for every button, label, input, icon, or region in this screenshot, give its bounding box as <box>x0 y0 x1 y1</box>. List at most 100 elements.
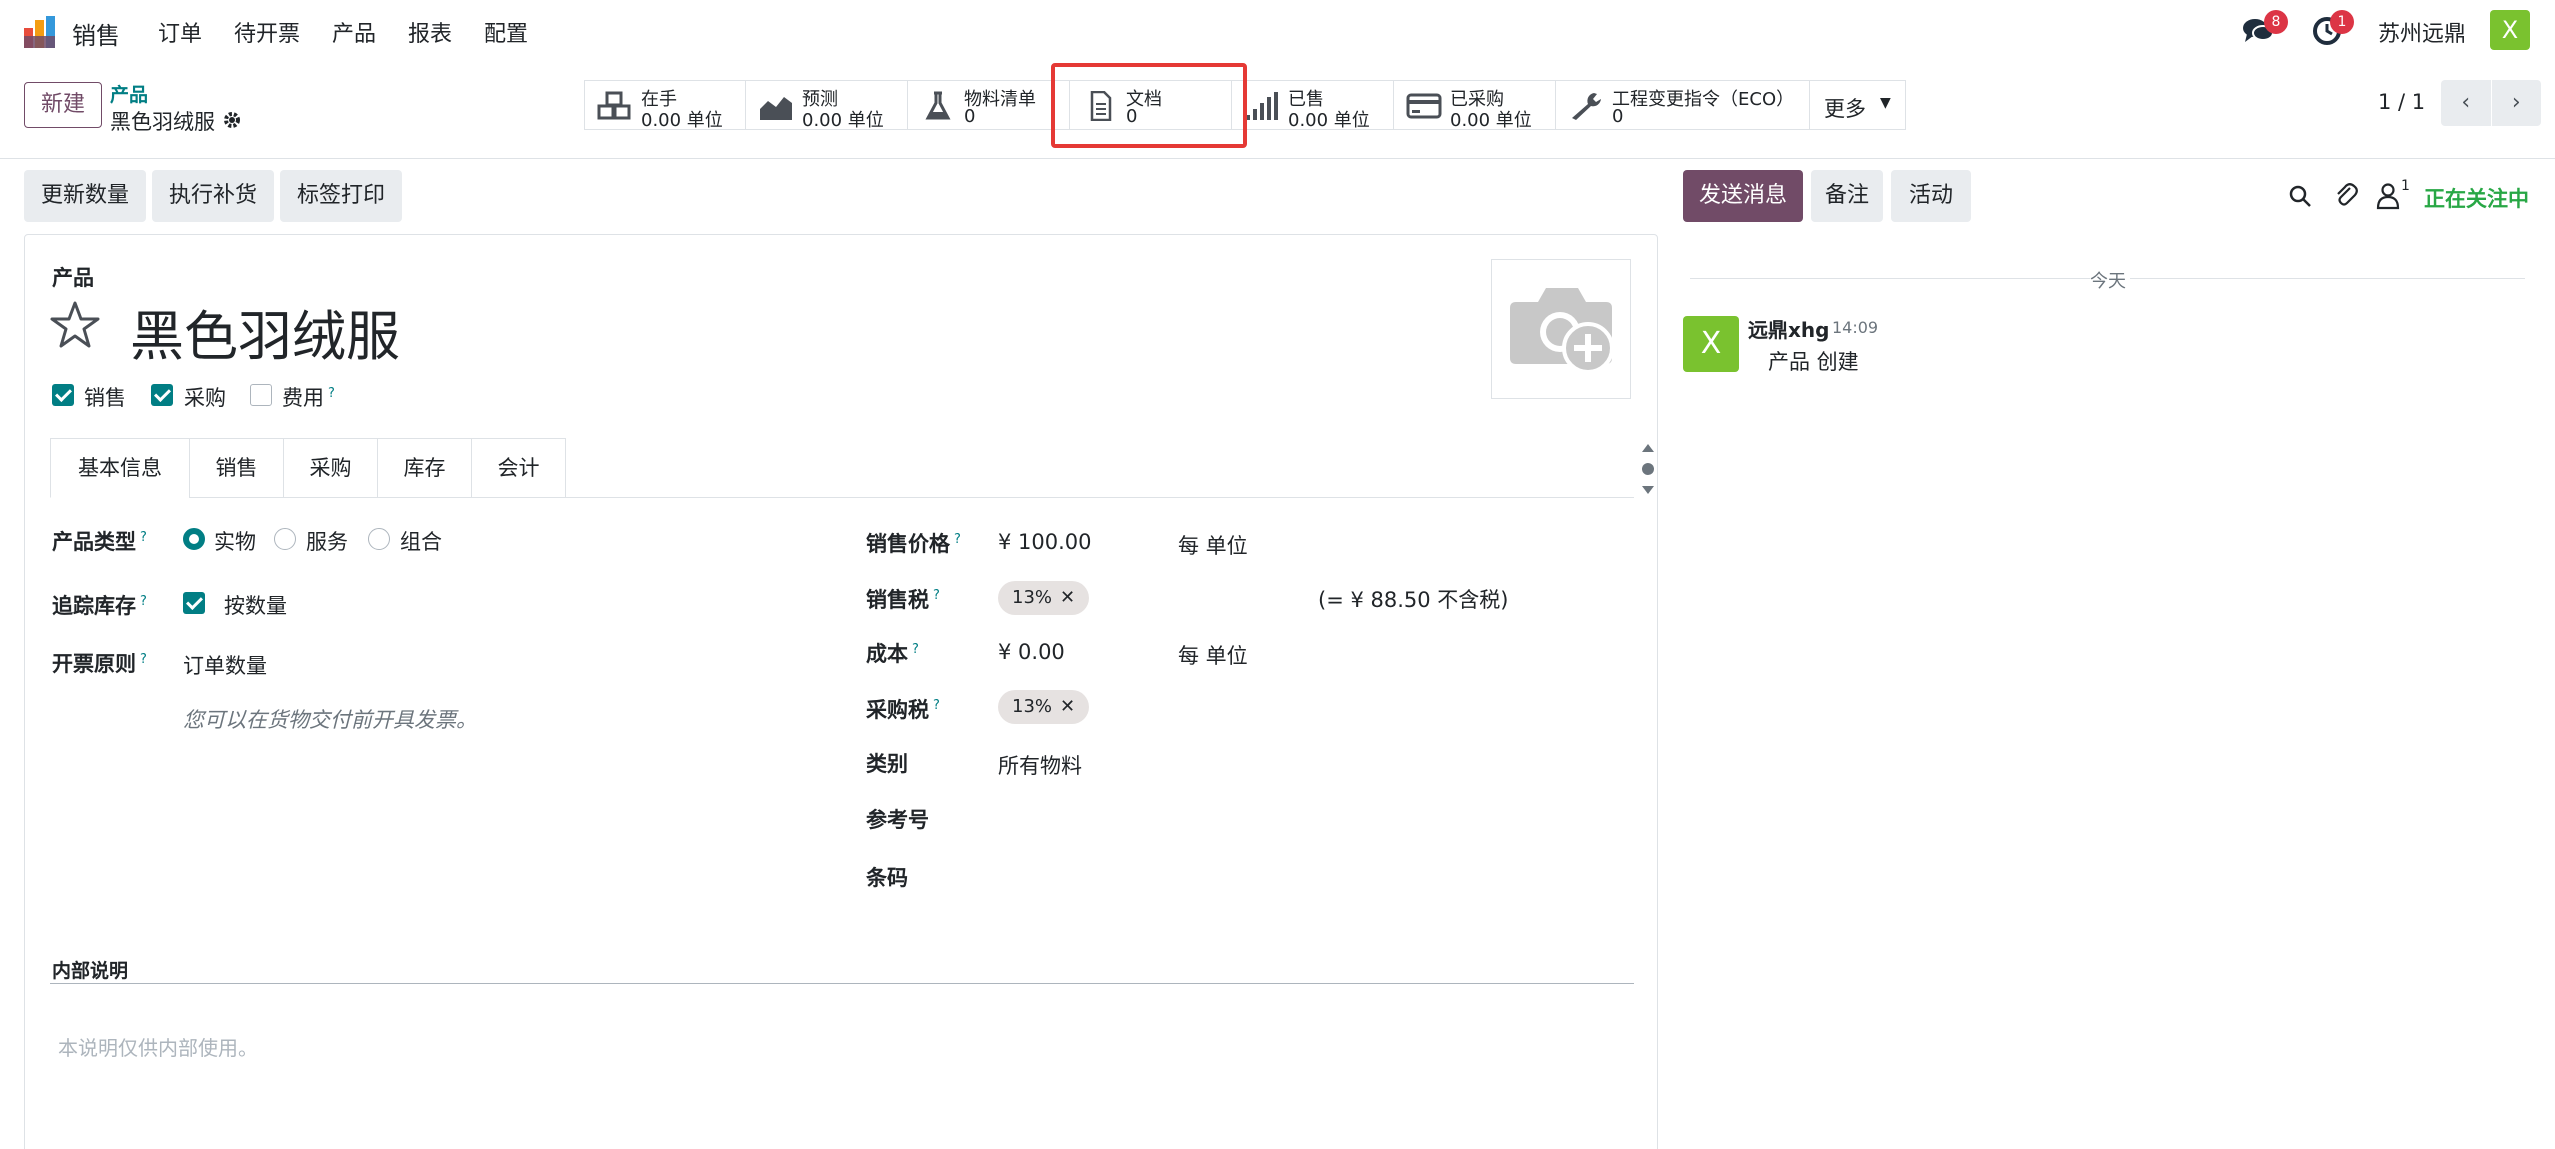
internal-reference-label: 参考号 <box>866 808 929 832</box>
update-quantity-button[interactable]: 更新数量 <box>24 170 146 222</box>
pager-next-icon[interactable]: › <box>2491 80 2541 126</box>
stat-value: 0 <box>1612 106 1624 127</box>
category-field[interactable]: 所有物料 <box>998 750 1082 780</box>
replenish-button[interactable]: 执行补货 <box>152 170 274 222</box>
follower-count: 1 <box>2401 178 2410 194</box>
product-image[interactable] <box>1491 259 1631 399</box>
expense-checkbox[interactable] <box>250 384 272 406</box>
date-divider-line <box>1690 278 2090 279</box>
product-name-field[interactable]: 黑色羽绒服 <box>130 292 400 371</box>
invoice-policy-select[interactable]: 订单数量 <box>183 650 267 680</box>
stat-value: 0.00 单位 <box>1450 110 1532 131</box>
follower-icon[interactable] <box>2376 182 2400 210</box>
sale-price-label: 销售价格? <box>866 532 961 556</box>
send-message-button[interactable]: 发送消息 <box>1683 170 1803 222</box>
sale-price-field[interactable]: ¥ 100.00 <box>998 530 1092 554</box>
purchase-tax-tag[interactable]: 13% ✕ <box>998 690 1090 724</box>
track-by-quantity-select[interactable]: 按数量 <box>224 590 287 620</box>
date-divider: 今天 <box>2090 271 2126 292</box>
product-type-service-label: 服务 <box>306 530 348 554</box>
cubes-icon <box>597 91 631 120</box>
internal-note-divider <box>50 983 1634 984</box>
app-logo-icon[interactable] <box>22 14 58 50</box>
search-icon[interactable] <box>2288 184 2312 208</box>
product-section-label: 产品 <box>52 266 94 290</box>
cost-field[interactable]: ¥ 0.00 <box>998 640 1065 664</box>
product-type-label: 产品类型? <box>52 530 147 554</box>
tab-purchase[interactable]: 采购 <box>283 438 378 498</box>
date-divider-line <box>2130 278 2525 279</box>
more-button[interactable]: 更多 ▼ <box>1810 80 1906 130</box>
flask-icon <box>925 91 951 120</box>
new-button[interactable]: 新建 <box>24 82 102 128</box>
user-avatar[interactable]: X <box>2490 10 2530 50</box>
messages-badge: 8 <box>2264 10 2288 34</box>
menu-products[interactable]: 产品 <box>332 16 376 48</box>
stat-value: 0.00 单位 <box>802 110 884 131</box>
company-switcher[interactable]: 苏州远鼎 <box>2378 16 2466 48</box>
product-type-goods-label: 实物 <box>214 530 256 554</box>
menu-orders[interactable]: 订单 <box>158 16 202 48</box>
message-author[interactable]: 远鼎xhg <box>1748 314 1829 343</box>
gear-icon[interactable] <box>222 110 242 130</box>
cost-unit: 每 单位 <box>1178 644 1248 668</box>
credit-card-icon <box>1406 93 1442 119</box>
form-sheet <box>24 234 1658 1149</box>
menu-configuration[interactable]: 配置 <box>484 16 528 48</box>
internal-note-editor[interactable]: 本说明仅供内部使用。 <box>58 1032 258 1061</box>
breadcrumb-parent[interactable]: 产品 <box>110 80 148 107</box>
internal-reference-field[interactable] <box>998 800 1598 836</box>
product-type-combo-radio[interactable] <box>368 528 390 550</box>
stat-value: 0.00 单位 <box>641 110 723 131</box>
area-chart-icon <box>760 97 792 120</box>
stat-sold[interactable]: 已售 0.00 单位 <box>1232 80 1394 131</box>
highlight-box <box>1051 63 1247 148</box>
sale-price-unit: 每 单位 <box>1178 534 1248 558</box>
product-type-service-radio[interactable] <box>274 528 296 550</box>
category-label: 类别 <box>866 752 908 776</box>
stat-value: 0 <box>964 106 976 127</box>
sale-tax-label: 销售税? <box>866 588 940 612</box>
purchase-ok-checkbox[interactable] <box>151 384 173 406</box>
tab-general-info[interactable]: 基本信息 <box>50 438 190 498</box>
stat-forecast[interactable]: 预测 0.00 单位 <box>746 80 908 131</box>
internal-note-label: 内部说明 <box>52 960 129 982</box>
invoice-policy-hint: 您可以在货物交付前开具发票。 <box>183 708 477 732</box>
activity-badge: 1 <box>2330 10 2354 34</box>
purchase-ok-label: 采购 <box>184 386 226 410</box>
pager-value[interactable]: 1 / 1 <box>2378 90 2425 114</box>
stat-value: 0.00 单位 <box>1288 110 1370 131</box>
sale-tax-tag[interactable]: 13% ✕ <box>998 581 1090 615</box>
remove-tag-icon[interactable]: ✕ <box>1060 696 1075 717</box>
star-icon[interactable] <box>50 300 100 350</box>
track-inventory-checkbox[interactable] <box>183 592 205 614</box>
following-button[interactable]: 正在关注中 <box>2424 183 2529 213</box>
stat-bom[interactable]: 物料清单 0 <box>908 80 1070 130</box>
sale-ok-checkbox[interactable] <box>52 384 74 406</box>
signal-icon <box>1246 92 1278 120</box>
tab-accounting[interactable]: 会计 <box>471 438 566 498</box>
barcode-field[interactable] <box>998 858 1598 894</box>
stat-purchased[interactable]: 已采购 0.00 单位 <box>1394 80 1556 131</box>
invoice-policy-label: 开票原则? <box>52 652 147 676</box>
scroll-dots-icon[interactable] <box>1640 442 1656 496</box>
stat-eco[interactable]: 工程变更指令（ECO） 0 <box>1556 80 1810 130</box>
wrench-icon <box>1572 93 1601 120</box>
stat-on-hand[interactable]: 在手 0.00 单位 <box>584 80 746 131</box>
app-name[interactable]: 销售 <box>72 16 120 51</box>
product-type-goods-radio[interactable] <box>183 528 205 550</box>
activities-button[interactable]: 活动 <box>1891 170 1971 222</box>
tab-sales[interactable]: 销售 <box>189 438 284 498</box>
sale-tax-note: (= ¥ 88.50 不含税) <box>1318 588 1509 612</box>
purchase-tax-label: 采购税? <box>866 698 940 722</box>
menu-to-invoice[interactable]: 待开票 <box>234 16 300 48</box>
print-labels-button[interactable]: 标签打印 <box>280 170 402 222</box>
remove-tag-icon[interactable]: ✕ <box>1060 587 1075 608</box>
menu-reporting[interactable]: 报表 <box>408 16 452 48</box>
track-inventory-label: 追踪库存? <box>52 594 147 618</box>
pager-prev-icon[interactable]: ‹ <box>2441 80 2491 126</box>
tab-inventory[interactable]: 库存 <box>377 438 472 498</box>
paperclip-icon[interactable] <box>2334 182 2358 210</box>
message-author-avatar[interactable]: X <box>1683 316 1739 372</box>
log-note-button[interactable]: 备注 <box>1811 170 1883 222</box>
